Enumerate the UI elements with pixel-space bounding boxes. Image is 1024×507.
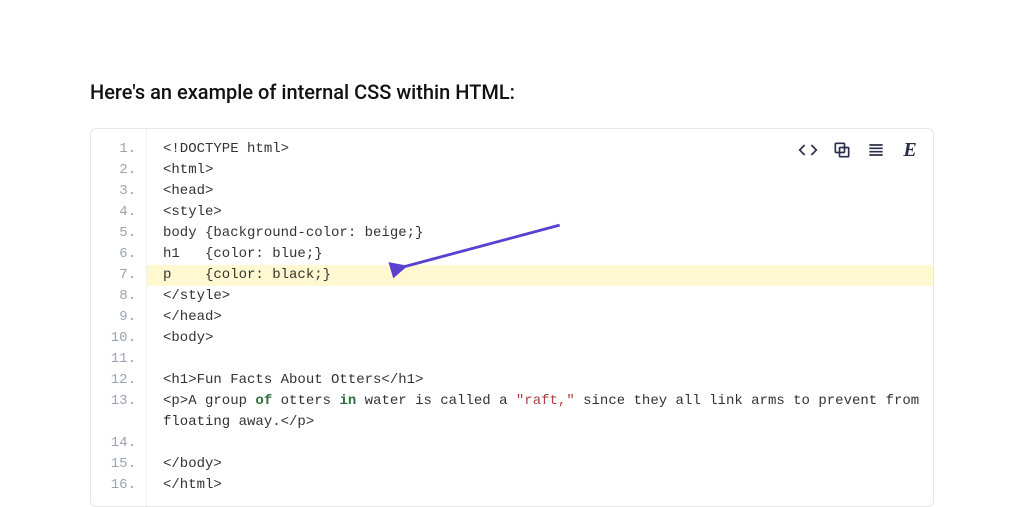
intro-text: Here's an example of internal CSS within… (90, 80, 934, 104)
line-number: 16. (91, 475, 136, 496)
line-number: 13. (91, 391, 136, 433)
line-number: 5. (91, 223, 136, 244)
line-number: 3. (91, 181, 136, 202)
code-line: <style> (163, 202, 921, 223)
code-line: <body> (163, 328, 921, 349)
code-icon[interactable] (797, 139, 819, 161)
line-number: 9. (91, 307, 136, 328)
line-number: 2. (91, 160, 136, 181)
code-line: <head> (163, 181, 921, 202)
line-number: 10. (91, 328, 136, 349)
copy-icon[interactable] (831, 139, 853, 161)
line-number: 11. (91, 349, 136, 370)
line-number: 7. (91, 265, 136, 286)
line-number: 4. (91, 202, 136, 223)
code-line: </body> (163, 454, 921, 475)
code-line: </head> (163, 307, 921, 328)
enlighter-icon[interactable]: E (899, 139, 921, 161)
code-line: <p>A group of otters in water is called … (163, 391, 921, 433)
line-number: 8. (91, 286, 136, 307)
code-line: </style> (163, 286, 921, 307)
lines-icon[interactable] (865, 139, 887, 161)
line-number: 1. (91, 139, 136, 160)
line-number: 14. (91, 433, 136, 454)
line-number: 12. (91, 370, 136, 391)
line-number-gutter: 1.2.3.4.5.6.7.8.9.10.11.12.13.14.15.16. (91, 129, 147, 506)
code-box: E 1.2.3.4.5.6.7.8.9.10.11.12.13.14.15.16… (90, 128, 934, 507)
code-line (163, 349, 921, 370)
code-toolbar: E (797, 139, 921, 161)
code-line: <h1>Fun Facts About Otters</h1> (163, 370, 921, 391)
code-area: 1.2.3.4.5.6.7.8.9.10.11.12.13.14.15.16. … (91, 129, 933, 506)
code-line (163, 433, 921, 454)
code-lines: <!DOCTYPE html><html><head><style>body {… (147, 129, 933, 506)
code-line: p {color: black;} (147, 265, 933, 286)
line-number: 15. (91, 454, 136, 475)
line-number: 6. (91, 244, 136, 265)
code-line: body {background-color: beige;} (163, 223, 921, 244)
code-line: <html> (163, 160, 921, 181)
code-line: h1 {color: blue;} (163, 244, 921, 265)
page-root: Here's an example of internal CSS within… (0, 0, 1024, 506)
code-line: </html> (163, 475, 921, 496)
